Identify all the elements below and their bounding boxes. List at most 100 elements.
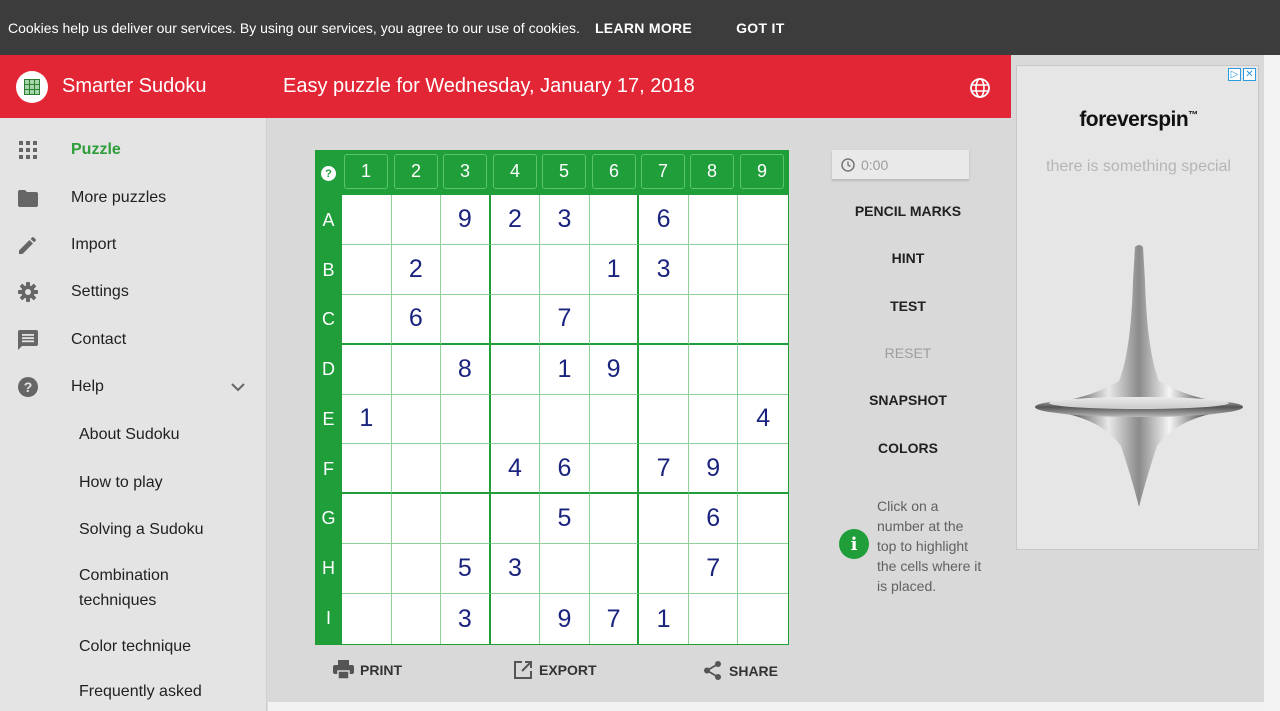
cell-h1[interactable] [342, 544, 392, 595]
column-header-8[interactable]: 8 [690, 154, 734, 189]
cell-i8[interactable] [689, 594, 739, 644]
cell-h3[interactable]: 5 [441, 544, 491, 595]
cell-d1[interactable] [342, 344, 392, 395]
column-header-1[interactable]: 1 [344, 154, 388, 189]
sidebar-subitem-faq[interactable]: Frequently asked [79, 679, 202, 704]
share-button[interactable]: SHARE [703, 660, 778, 681]
cell-h6[interactable] [589, 544, 640, 595]
cell-c9[interactable] [738, 295, 788, 345]
sidebar-subitem-how-to-play[interactable]: How to play [79, 470, 163, 495]
cell-b3[interactable] [441, 244, 491, 295]
cell-c8[interactable] [688, 294, 739, 345]
cell-g4[interactable] [490, 494, 541, 545]
cell-b9[interactable] [738, 245, 788, 295]
sidebar-item-more-puzzles[interactable]: More puzzles [0, 178, 267, 218]
cell-d4[interactable] [490, 344, 541, 395]
cell-g5[interactable]: 5 [540, 494, 590, 545]
cell-e6[interactable] [589, 394, 640, 445]
cell-b2[interactable]: 2 [391, 244, 442, 295]
cell-a4[interactable]: 2 [490, 195, 541, 245]
cell-a9[interactable] [738, 195, 788, 245]
cell-h5[interactable] [540, 544, 590, 595]
cell-b1[interactable] [342, 244, 392, 295]
cell-h4[interactable]: 3 [490, 544, 541, 595]
column-header-6[interactable]: 6 [592, 154, 636, 189]
ad-choices[interactable]: ▷ ✕ [1228, 68, 1256, 81]
cell-b6[interactable]: 1 [589, 244, 640, 295]
cell-h2[interactable] [391, 544, 442, 595]
app-title[interactable]: Smarter Sudoku [62, 75, 207, 98]
cell-e9[interactable]: 4 [738, 395, 788, 445]
cell-c3[interactable] [441, 294, 491, 345]
cell-i3[interactable]: 3 [441, 594, 491, 644]
sidebar-subitem-solving[interactable]: Solving a Sudoku [79, 517, 204, 542]
cell-a1[interactable] [342, 195, 392, 245]
column-header-9[interactable]: 9 [740, 154, 784, 189]
column-header-3[interactable]: 3 [443, 154, 487, 189]
cell-d6[interactable]: 9 [589, 344, 640, 395]
cell-i4[interactable] [491, 594, 541, 644]
ad-close-icon[interactable]: ✕ [1243, 68, 1256, 81]
cell-d2[interactable] [391, 344, 442, 395]
cell-b5[interactable] [540, 244, 590, 295]
cell-b4[interactable] [490, 244, 541, 295]
cell-f6[interactable] [589, 444, 640, 495]
sidebar-subitem-combination[interactable]: Combination techniques [79, 563, 199, 613]
cell-e1[interactable]: 1 [342, 394, 392, 445]
cell-d3[interactable]: 8 [441, 344, 491, 395]
learn-more-button[interactable]: LEARN MORE [595, 20, 692, 36]
test-button[interactable]: TEST [832, 298, 984, 314]
cell-c1[interactable] [342, 294, 392, 345]
cell-b8[interactable] [688, 244, 739, 295]
column-header-4[interactable]: 4 [493, 154, 537, 189]
cell-g8[interactable]: 6 [688, 494, 739, 545]
cell-g6[interactable] [589, 494, 640, 545]
cell-g2[interactable] [391, 494, 442, 545]
cell-g9[interactable] [738, 494, 788, 545]
print-button[interactable]: PRINT [333, 660, 402, 679]
cell-f8[interactable]: 9 [688, 444, 739, 495]
cell-i9[interactable] [738, 594, 788, 644]
sidebar-subitem-color-technique[interactable]: Color technique [79, 634, 191, 659]
cell-f5[interactable]: 6 [540, 444, 590, 495]
cell-g1[interactable] [342, 494, 392, 545]
cell-b7[interactable]: 3 [639, 244, 689, 295]
cell-h7[interactable] [639, 544, 689, 595]
column-header-7[interactable]: 7 [641, 154, 685, 189]
globe-icon[interactable] [969, 77, 991, 99]
cell-f9[interactable] [738, 444, 788, 495]
cell-g3[interactable] [441, 494, 491, 545]
export-button[interactable]: EXPORT [513, 660, 597, 680]
reset-button[interactable]: RESET [832, 345, 984, 361]
cell-c5[interactable]: 7 [540, 294, 590, 345]
cell-i7[interactable]: 1 [639, 594, 689, 644]
cell-i6[interactable]: 7 [590, 594, 640, 644]
cell-d5[interactable]: 1 [540, 344, 590, 395]
cell-i5[interactable]: 9 [540, 594, 590, 644]
cell-f1[interactable] [342, 444, 392, 495]
cell-f4[interactable]: 4 [490, 444, 541, 495]
cell-e2[interactable] [391, 394, 442, 445]
cell-a6[interactable] [589, 195, 640, 245]
cell-f3[interactable] [441, 444, 491, 495]
snapshot-button[interactable]: SNAPSHOT [832, 392, 984, 408]
pencil-marks-button[interactable]: PENCIL MARKS [832, 203, 984, 219]
sidebar-item-contact[interactable]: Contact [0, 320, 267, 360]
sidebar-item-puzzle[interactable]: Puzzle [0, 130, 267, 170]
cell-e3[interactable] [441, 394, 491, 445]
board-help-icon[interactable]: ? [321, 166, 336, 181]
cell-e8[interactable] [688, 394, 739, 445]
cell-c7[interactable] [639, 294, 689, 345]
ad-brand[interactable]: foreverspin™ [1017, 108, 1258, 132]
cell-f7[interactable]: 7 [639, 444, 689, 495]
cell-d9[interactable] [738, 345, 788, 395]
cell-h9[interactable] [738, 544, 788, 595]
cell-c2[interactable]: 6 [391, 294, 442, 345]
cell-d7[interactable] [639, 344, 689, 395]
cell-a5[interactable]: 3 [540, 195, 590, 245]
cell-g7[interactable] [639, 494, 689, 545]
column-header-2[interactable]: 2 [394, 154, 438, 189]
sidebar-item-import[interactable]: Import [0, 225, 267, 265]
cell-e4[interactable] [490, 394, 541, 445]
sidebar-item-help[interactable]: ? Help [0, 367, 267, 407]
